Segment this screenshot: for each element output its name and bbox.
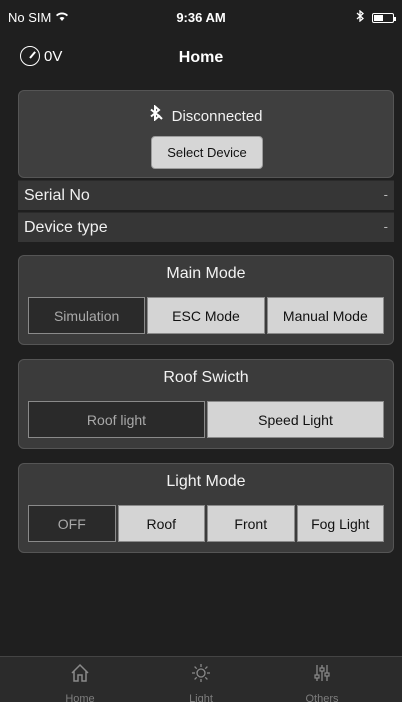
bluetooth-icon <box>356 9 364 25</box>
tab-light-label: Light <box>189 693 213 702</box>
sliders-icon <box>262 663 382 687</box>
home-icon <box>20 663 140 687</box>
tab-others-label: Others <box>305 693 339 702</box>
page-title: Home <box>178 49 224 66</box>
main-mode-panel: Main Mode Simulation ESC Mode Manual Mod… <box>18 255 394 345</box>
sun-icon <box>141 663 261 687</box>
light-mode-panel: Light Mode OFF Roof Front Fog Light <box>18 463 394 553</box>
serial-label: Serial No <box>24 187 90 204</box>
tab-home[interactable]: Home <box>20 663 140 702</box>
main-mode-title: Main Mode <box>166 265 246 282</box>
serial-row: Serial No - <box>18 180 394 210</box>
main-mode-segmented-control: Simulation ESC Mode Manual Mode <box>28 297 384 334</box>
roof-switch-option-speed-light[interactable]: Speed Light <box>207 401 384 438</box>
status-bar: No SIM 9:36 AM <box>0 0 402 34</box>
select-device-button[interactable]: Select Device <box>151 136 263 169</box>
bluetooth-disabled-icon <box>149 104 164 125</box>
device-type-label: Device type <box>24 219 108 236</box>
status-right <box>356 9 396 25</box>
roof-switch-segmented-control: Roof light Speed Light <box>28 401 384 438</box>
device-type-row: Device type - <box>18 212 394 242</box>
connection-panel: Disconnected Select Device <box>18 90 394 178</box>
main-mode-option-manual[interactable]: Manual Mode <box>266 297 384 334</box>
light-mode-option-roof[interactable]: Roof <box>117 505 205 542</box>
light-mode-option-off[interactable]: OFF <box>28 505 116 542</box>
status-time: 9:36 AM <box>176 10 226 25</box>
nav-bar: 0V Home <box>0 34 402 80</box>
tab-others[interactable]: Others <box>262 663 382 702</box>
main-mode-option-simulation[interactable]: Simulation <box>28 297 146 334</box>
tab-light[interactable]: Light <box>141 663 261 702</box>
light-mode-segmented-control: OFF Roof Front Fog Light <box>28 505 384 542</box>
light-mode-option-fog-light[interactable]: Fog Light <box>296 505 384 542</box>
serial-value: - <box>383 187 388 202</box>
battery-icon <box>372 12 396 23</box>
tab-bar: Home Light Others <box>0 656 402 702</box>
roof-switch-option-roof-light[interactable]: Roof light <box>28 401 205 438</box>
roof-switch-title: Roof Swicth <box>163 369 249 386</box>
connection-status-label: Disconnected <box>171 108 263 125</box>
light-mode-title: Light Mode <box>166 473 246 490</box>
tab-home-label: Home <box>65 693 95 702</box>
connection-status: Disconnected <box>19 104 393 125</box>
device-type-value: - <box>383 219 388 234</box>
roof-switch-panel: Roof Swicth Roof light Speed Light <box>18 359 394 449</box>
main-mode-option-esc[interactable]: ESC Mode <box>147 297 265 334</box>
light-mode-option-front[interactable]: Front <box>207 505 295 542</box>
